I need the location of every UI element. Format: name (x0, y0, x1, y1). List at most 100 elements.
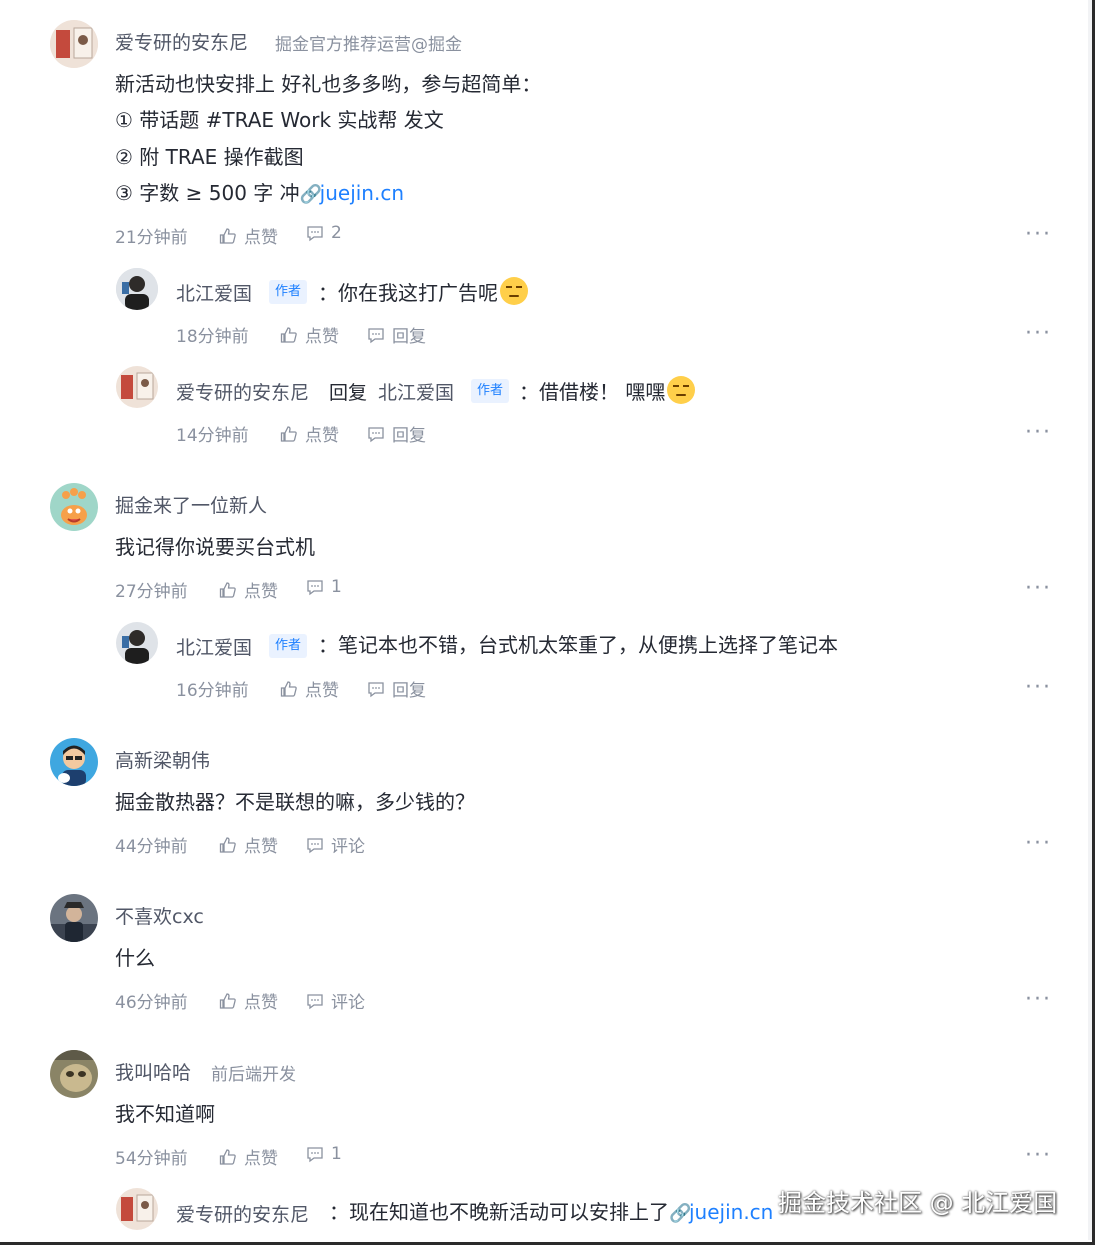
reply-word: 回复 (329, 382, 368, 404)
reply-button[interactable]: 回复 (366, 322, 426, 347)
reply-text-fragment: ：你在我这打广告呢 (318, 281, 498, 305)
comment-bubble-icon (307, 837, 323, 853)
like-label: 点赞 (244, 993, 278, 1013)
comment-button[interactable]: 1 (305, 577, 342, 597)
thumbs-up-icon (219, 992, 236, 1009)
reply-author[interactable]: 北江爱国 (176, 633, 252, 660)
reply-time: 18分钟前 (176, 327, 249, 347)
comment-button[interactable]: 2 (305, 223, 342, 243)
reply-target[interactable]: 北江爱国 (378, 378, 454, 405)
like-button[interactable]: 点赞 (218, 1144, 278, 1169)
comment-time: 54分钟前 (115, 1149, 188, 1169)
comment-time: 21分钟前 (115, 228, 188, 248)
comment-button[interactable]: 1 (305, 1144, 342, 1164)
comment-bubble-icon (307, 580, 323, 596)
thumbs-up-icon (280, 425, 297, 442)
comment-bubble-icon (307, 226, 323, 242)
reply-link[interactable]: juejin.cn (689, 1200, 773, 1224)
comment-author[interactable]: 不喜欢cxc (115, 902, 204, 929)
reply-author[interactable]: 爱专研的安东尼 (176, 378, 309, 405)
link-icon: 🔗 (669, 1203, 692, 1224)
reply-button[interactable]: 回复 (366, 421, 426, 446)
comment-text-line: ① 带话题 #TRAE Work 实战帮 发文 (115, 108, 444, 132)
like-button[interactable]: 点赞 (218, 832, 278, 857)
author-badge: 作者 (269, 280, 308, 304)
comment-bubble-icon (368, 426, 384, 442)
reply-author[interactable]: 北江爱国 (176, 279, 252, 306)
more-dots-icon[interactable]: ··· (1025, 224, 1052, 246)
reply-count: 1 (331, 1144, 342, 1164)
author-badge: 作者 (471, 379, 510, 403)
link-icon: 🔗 (299, 184, 323, 205)
reply-button[interactable]: 回复 (366, 676, 426, 701)
more-dots-icon[interactable]: ··· (1025, 833, 1052, 855)
avatar[interactable] (50, 894, 98, 942)
author-badge: 作者 (269, 634, 308, 658)
thumbs-up-icon (219, 581, 236, 598)
comment-author[interactable]: 掘金来了一位新人 (115, 491, 267, 518)
reply-text: ：借借楼！ 嘿嘿 (519, 376, 696, 406)
like-label: 点赞 (244, 582, 278, 602)
comment-time: 46分钟前 (115, 993, 188, 1013)
thumbs-up-icon (219, 1148, 236, 1165)
reply-text-fragment: ：现在知道也不晚新活动可以安排上了 (329, 1200, 669, 1224)
more-dots-icon[interactable]: ··· (1025, 989, 1052, 1011)
avatar[interactable] (116, 366, 158, 408)
comment-author[interactable]: 高新梁朝伟 (115, 746, 210, 773)
reply-label: 回复 (392, 681, 426, 701)
smirk-emoji (667, 376, 696, 404)
thumbs-up-icon (219, 227, 236, 244)
comment-bubble-icon (307, 993, 323, 1009)
comment-text-line: 新活动也快安排上 好礼也多多哟，参与超简单： (115, 72, 542, 96)
more-dots-icon[interactable]: ··· (1025, 677, 1052, 699)
reply-count: 2 (331, 223, 342, 243)
like-button[interactable]: 点赞 (279, 676, 339, 701)
comment-bubble-icon (368, 681, 384, 697)
comment-button[interactable]: 评论 (305, 832, 365, 857)
reply-text: ：现在知道也不晚新活动可以安排上了🔗juejin.cn (329, 1198, 773, 1228)
comment-link[interactable]: juejin.cn (320, 181, 404, 205)
like-label: 点赞 (244, 837, 278, 857)
avatar[interactable] (116, 1188, 158, 1230)
reply-label: 回复 (392, 426, 426, 446)
comment-author[interactable]: 我叫哈哈 (115, 1058, 191, 1085)
reply-text: ：笔记本也不错，台式机太笨重了，从便携上选择了笔记本 (318, 633, 838, 657)
thumbs-up-icon (280, 326, 297, 343)
more-dots-icon[interactable]: ··· (1025, 422, 1052, 444)
thumbs-up-icon (280, 680, 297, 697)
like-label: 点赞 (244, 228, 278, 248)
avatar[interactable] (50, 1050, 98, 1098)
comment-text: 什么 (115, 946, 155, 970)
comment-time: 44分钟前 (115, 837, 188, 857)
like-label: 点赞 (305, 426, 339, 446)
avatar[interactable] (116, 622, 158, 664)
like-label: 点赞 (305, 681, 339, 701)
comment-text: 我不知道啊 (115, 1102, 215, 1126)
thumbs-up-icon (219, 836, 236, 853)
avatar[interactable] (50, 483, 98, 531)
comment-author[interactable]: 爱专研的安东尼 (115, 28, 248, 55)
reply-author[interactable]: 爱专研的安东尼 (176, 1200, 309, 1227)
comment-text: 掘金散热器？不是联想的嘛，多少钱的？ (115, 790, 475, 814)
scrollbar[interactable] (1088, 0, 1092, 1240)
comment-bubble-icon (307, 1147, 323, 1163)
avatar[interactable] (116, 268, 158, 310)
like-button[interactable]: 点赞 (218, 577, 278, 602)
comment-text-line: ③ 字数 ≥ 500 字 冲🔗juejin.cn (115, 179, 404, 209)
avatar[interactable] (50, 20, 98, 68)
like-button[interactable]: 点赞 (218, 223, 278, 248)
comment-time: 27分钟前 (115, 582, 188, 602)
comment-button[interactable]: 评论 (305, 988, 365, 1013)
more-dots-icon[interactable]: ··· (1025, 323, 1052, 345)
avatar[interactable] (50, 738, 98, 786)
like-button[interactable]: 点赞 (279, 322, 339, 347)
like-button[interactable]: 点赞 (279, 421, 339, 446)
more-dots-icon[interactable]: ··· (1025, 578, 1052, 600)
comment-text-line: ② 附 TRAE 操作截图 (115, 145, 304, 169)
more-dots-icon[interactable]: ··· (1025, 1145, 1052, 1167)
reply-text: ：你在我这打广告呢 (318, 277, 528, 307)
reply-time: 14分钟前 (176, 426, 249, 446)
like-button[interactable]: 点赞 (218, 988, 278, 1013)
author-tagline: 掘金官方推荐运营@掘金 (275, 35, 462, 55)
comment-text-fragment: ③ 字数 ≥ 500 字 冲 (115, 181, 300, 205)
